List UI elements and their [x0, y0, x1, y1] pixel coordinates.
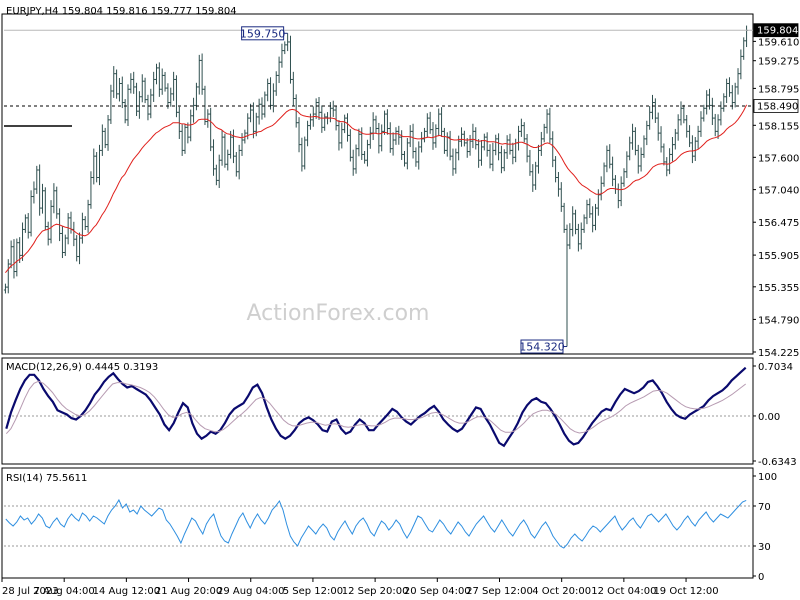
price-axis-tick-label: 158.155: [758, 121, 799, 132]
chart-canvas: ActionForex.com EURJPY,H4 159.804 159.81…: [1, 6, 799, 597]
x-axis-tick-label: 14 Aug 12:00: [93, 586, 160, 597]
price-axis-tick-label: 159.610: [758, 37, 799, 48]
price-axis-tick-label: 157.040: [758, 186, 799, 197]
macd-axis-tick-label: 0.7034: [758, 362, 793, 373]
x-axis-tick-label: 4 Oct 20:00: [532, 586, 591, 597]
macd-axis-tick-label: -0.6343: [758, 457, 797, 468]
annotation-label: 154.320: [519, 341, 565, 354]
rsi-header: RSI(14) 75.5611: [6, 473, 87, 484]
macd-header: MACD(12,26,9) 0.4445 0.3193: [6, 362, 158, 373]
x-axis-tick-label: 20 Sep 04:00: [404, 586, 471, 597]
rsi-panel: [1, 467, 754, 579]
price-axis-tick-label: 159.275: [758, 57, 799, 68]
rsi-axis-tick-label: 70: [758, 502, 771, 513]
x-axis-tick-label: 29 Aug 04:00: [217, 586, 284, 597]
x-axis-tick-label: 12 Sep 20:00: [342, 586, 409, 597]
x-axis-tick-label: 5 Sep 12:00: [283, 586, 343, 597]
current-price-tag: 159.804: [757, 26, 798, 37]
horizontal-level-tag: 158.490: [757, 101, 798, 112]
x-axis-tick-label: 19 Oct 12:00: [653, 586, 718, 597]
x-axis-tick-label: 12 Oct 04:00: [591, 586, 656, 597]
macd-axis-tick-label: 0.00: [758, 412, 780, 423]
price-axis-tick-label: 158.795: [758, 84, 799, 95]
x-axis-tick-label: 7 Aug 04:00: [34, 586, 95, 597]
watermark: ActionForex.com: [247, 301, 430, 326]
x-axis-tick-label: 27 Sep 12:00: [466, 586, 533, 597]
rsi-axis-tick-label: 0: [758, 572, 764, 583]
price-axis-tick-label: 154.790: [758, 315, 799, 326]
price-axis-tick-label: 154.225: [758, 348, 799, 359]
price-axis-tick-label: 156.475: [758, 218, 799, 229]
rsi-axis-tick-label: 100: [758, 472, 777, 483]
price-axis-tick-label: 155.905: [758, 251, 799, 262]
x-axis-tick-label: 21 Aug 20:00: [155, 586, 222, 597]
rsi-axis-tick-label: 30: [758, 542, 771, 553]
annotation-label: 159.750: [240, 27, 286, 40]
price-header: EURJPY,H4 159.804 159.816 159.777 159.80…: [6, 6, 237, 17]
price-axis-tick-label: 155.355: [758, 283, 799, 294]
price-axis-tick-label: 157.600: [758, 153, 799, 164]
